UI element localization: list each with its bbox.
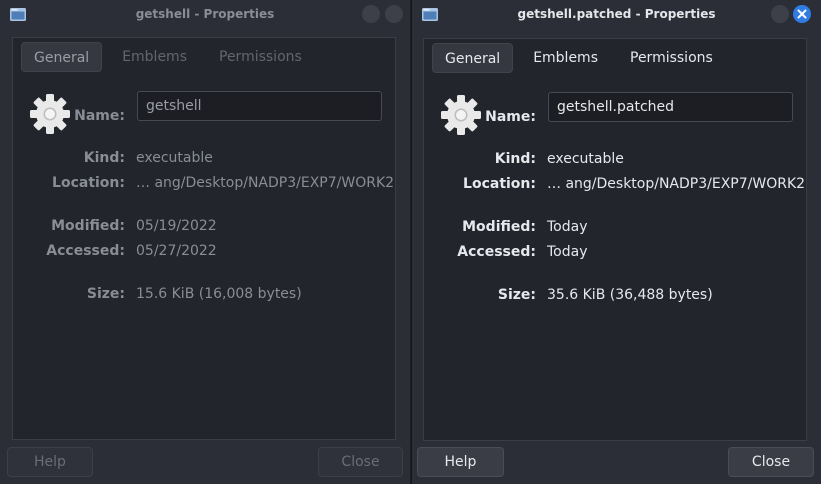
minimize-button[interactable]	[771, 5, 789, 23]
close-icon	[797, 9, 807, 19]
kind-label: Kind:	[494, 151, 536, 167]
tab-permissions[interactable]: Permissions	[618, 43, 725, 73]
help-button[interactable]: Help	[417, 447, 504, 477]
accessed-label: Accessed:	[457, 244, 536, 260]
kind-value: executable	[136, 150, 213, 166]
window-title: getshell - Properties	[135, 7, 275, 21]
titlebar[interactable]: getshell - Properties	[0, 0, 410, 30]
tab-general[interactable]: General	[21, 42, 103, 72]
modified-label: Modified:	[51, 218, 125, 234]
size-label: Size:	[86, 286, 125, 302]
location-value: … ang/Desktop/NADP3/EXP7/WORK2	[547, 176, 806, 192]
size-label: Size:	[497, 287, 536, 303]
accessed-value: Today	[547, 244, 588, 260]
close-button[interactable]: Close	[318, 447, 403, 477]
name-field[interactable]	[548, 92, 793, 122]
titlebar[interactable]: getshell.patched - Properties	[412, 0, 821, 30]
kind-label: Kind:	[83, 150, 125, 166]
close-button[interactable]: Close	[728, 447, 814, 477]
tab-bar: General Emblems Permissions	[21, 42, 322, 74]
close-window-button[interactable]	[385, 5, 403, 23]
tab-emblems[interactable]: Emblems	[110, 42, 199, 72]
tab-permissions[interactable]: Permissions	[207, 42, 314, 72]
minimize-button[interactable]	[362, 5, 380, 23]
properties-window-getshell-patched: getshell.patched - Properties General Em…	[411, 0, 821, 484]
kind-value: executable	[547, 151, 624, 167]
general-panel: General Emblems Permissions Name: getshe…	[423, 38, 807, 441]
location-label: Location:	[52, 175, 125, 191]
window-title: getshell.patched - Properties	[517, 7, 716, 21]
modified-label: Modified:	[462, 219, 536, 235]
general-panel: General Emblems Permissions Name: getshe…	[12, 37, 396, 440]
name-field[interactable]	[137, 91, 382, 121]
name-label: Name:	[74, 108, 125, 124]
tab-general[interactable]: General	[432, 43, 514, 73]
help-button[interactable]: Help	[7, 447, 93, 477]
location-label: Location:	[463, 176, 536, 192]
accessed-label: Accessed:	[46, 243, 125, 259]
modified-value: Today	[547, 219, 588, 235]
desktop: getshell - Properties General Emblems Pe…	[0, 0, 821, 484]
modified-value: 05/19/2022	[136, 218, 217, 234]
close-window-button[interactable]	[793, 5, 811, 23]
tab-emblems[interactable]: Emblems	[521, 43, 610, 73]
size-value: 15.6 KiB (16,008 bytes)	[136, 286, 302, 302]
accessed-value: 05/27/2022	[136, 243, 217, 259]
tab-bar: General Emblems Permissions	[432, 43, 733, 75]
location-value: … ang/Desktop/NADP3/EXP7/WORK2	[136, 175, 395, 191]
name-label: Name:	[485, 109, 536, 125]
size-value: 35.6 KiB (36,488 bytes)	[547, 287, 713, 303]
properties-window-getshell: getshell - Properties General Emblems Pe…	[0, 0, 410, 484]
